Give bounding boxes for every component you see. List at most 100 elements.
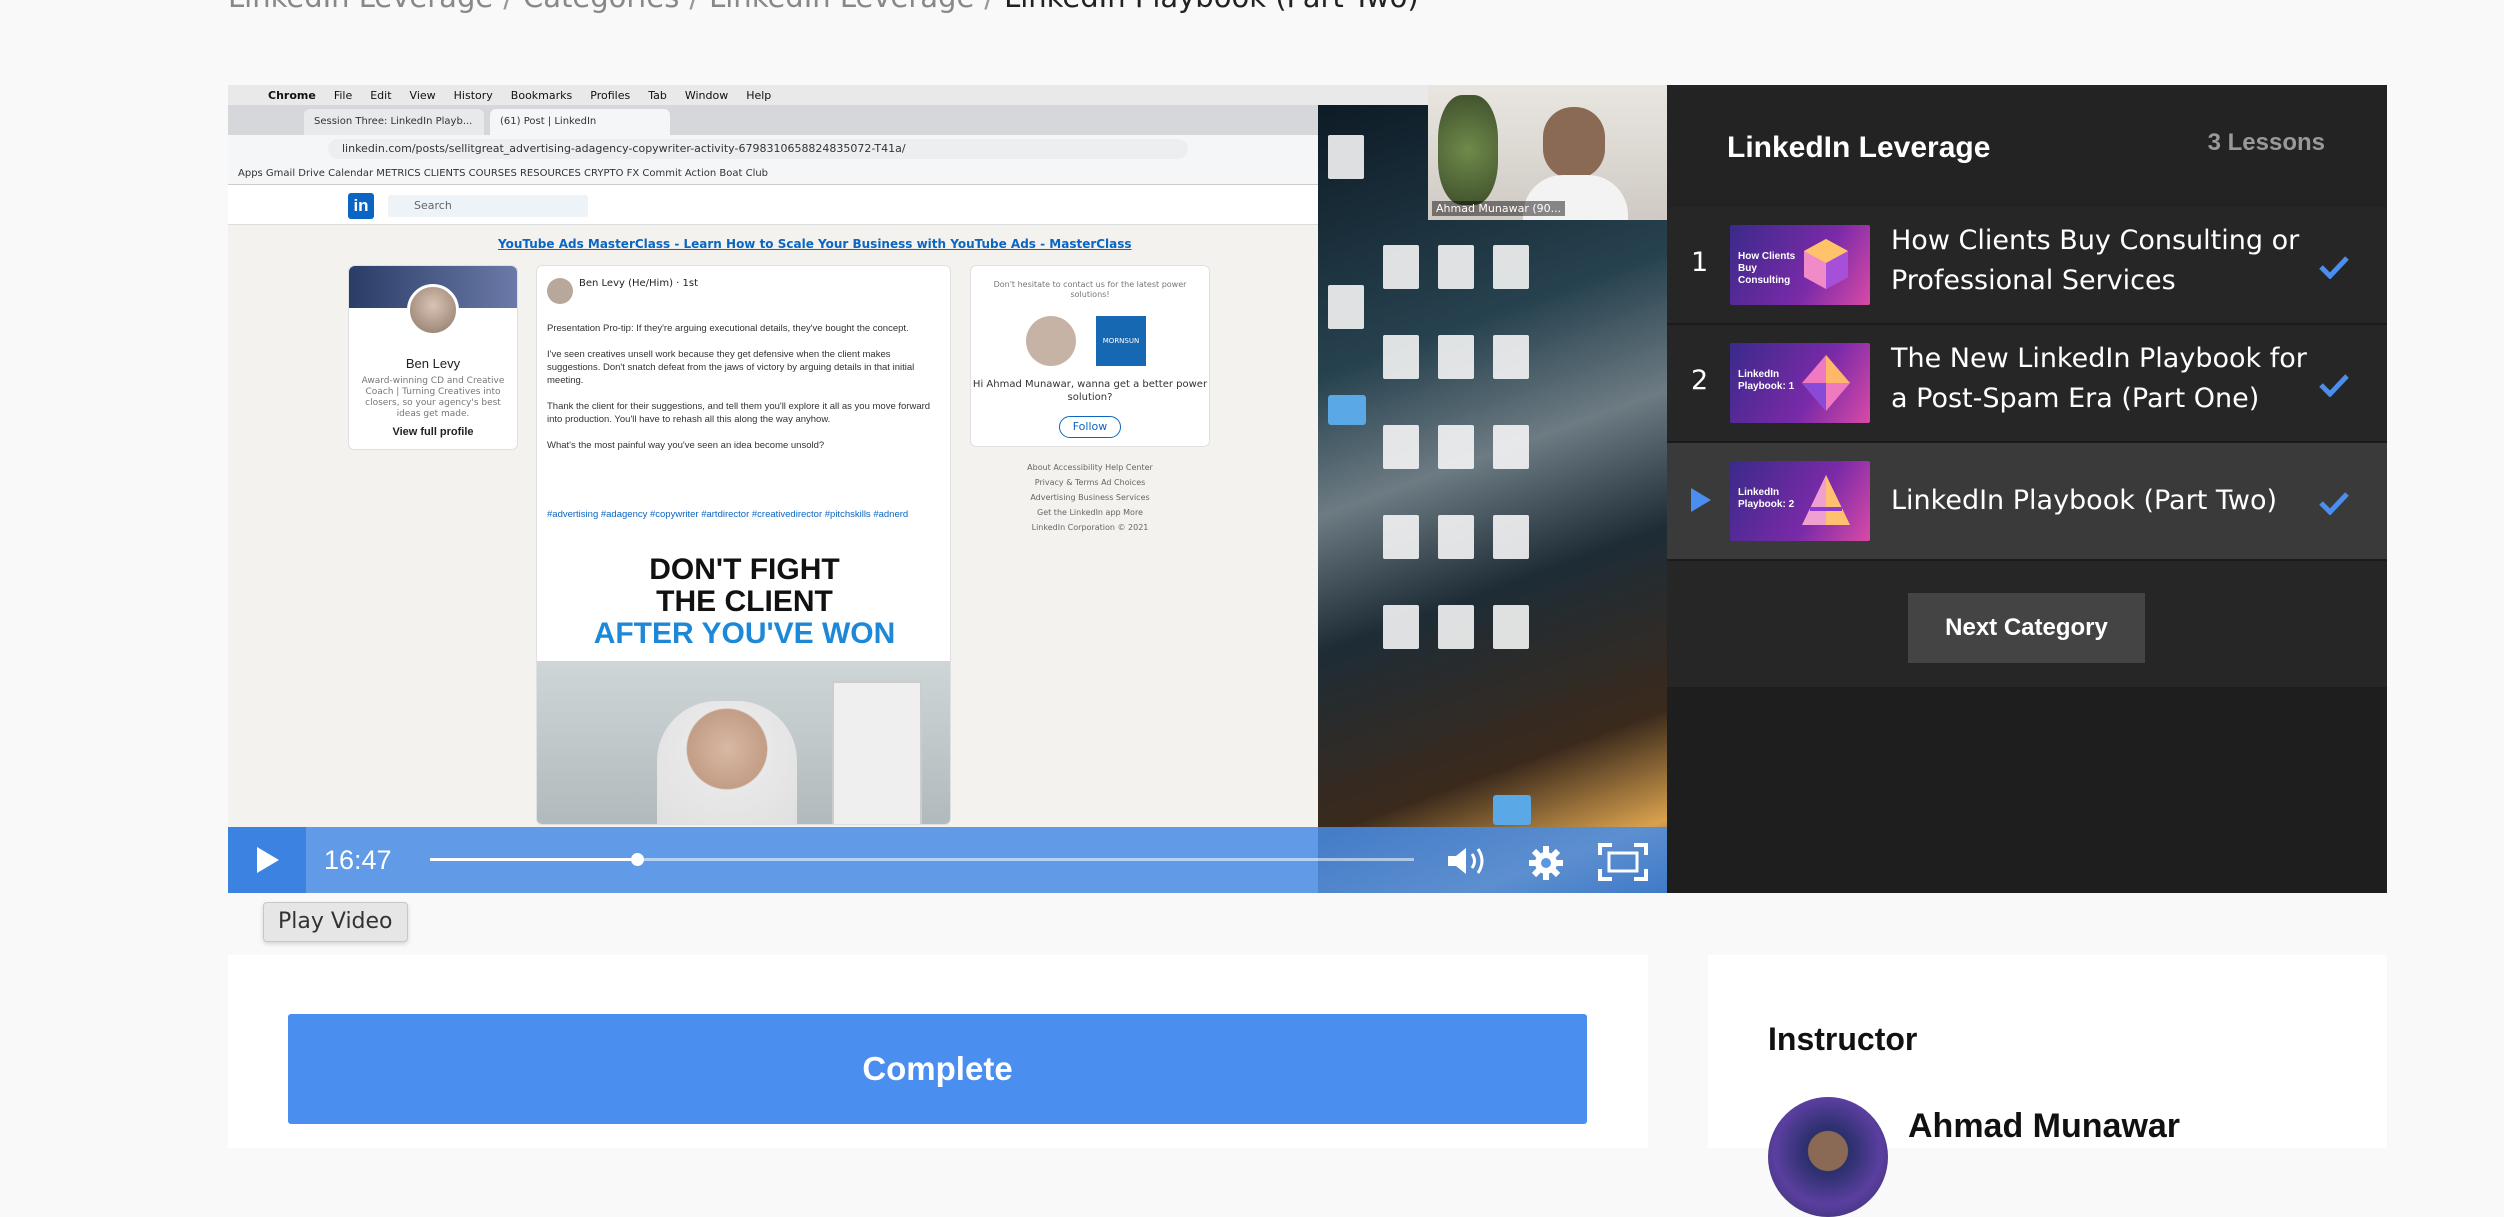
file-icon	[1438, 515, 1474, 559]
headline-line: DON'T FIGHT	[649, 553, 840, 586]
plant-graphic	[1438, 95, 1498, 205]
profile-name: Ben Levy	[405, 356, 461, 371]
file-icon	[1328, 285, 1364, 329]
lesson-item[interactable]: 2 LinkedIn Playbook: 1 The New LinkedIn …	[1667, 325, 2387, 443]
file-icon	[1438, 335, 1474, 379]
menu-item: Profiles	[590, 88, 631, 102]
person-graphic	[657, 701, 797, 824]
ad-avatar	[1026, 316, 1076, 366]
file-icon	[1493, 335, 1529, 379]
lesson-count: 3 Lessons	[2207, 129, 2325, 156]
ad-brand: MORNSUN	[1096, 316, 1146, 366]
screen-profile-card: Ben Levy Award-winning CD and Creative C…	[348, 265, 518, 450]
menu-item: File	[333, 88, 353, 102]
video-frame[interactable]: Chrome File Edit View History Bookmarks …	[228, 85, 1667, 893]
file-icon	[1493, 245, 1529, 289]
post-avatar	[547, 278, 573, 304]
menu-item: Edit	[370, 88, 392, 102]
webcam-overlay: Ahmad Munawar (90...	[1428, 85, 1667, 220]
screen-url: linkedin.com/posts/sellitgreat_advertisi…	[328, 139, 1188, 159]
headline-line: THE CLIENT	[656, 585, 833, 618]
screen-tab: (61) Post | LinkedIn	[490, 109, 670, 135]
fullscreen-button[interactable]	[1598, 843, 1648, 885]
file-icon	[1383, 515, 1419, 559]
screen-linkedin-header: in Search	[228, 185, 1318, 225]
video-player[interactable]: Chrome File Edit View History Bookmarks …	[228, 85, 1667, 893]
folder-icon	[1493, 795, 1531, 825]
check-icon	[2319, 492, 2349, 515]
playlist-header: LinkedIn Leverage 3 Lessons	[1667, 85, 2387, 207]
screen-bookmarks: Apps Gmail Drive Calendar METRICS CLIENT…	[228, 163, 1318, 185]
folder-icon	[1328, 395, 1366, 425]
fullscreen-icon	[1598, 843, 1648, 881]
screen-footer: About Accessibility Help Center Privacy …	[1027, 463, 1153, 532]
screen-tab: Session Three: LinkedIn Playb...	[304, 109, 484, 135]
post-text: Presentation Pro-tip: If they're arguing…	[547, 323, 931, 451]
file-icon	[1383, 335, 1419, 379]
play-tooltip: Play Video	[263, 902, 408, 942]
diamond-graphic	[1802, 355, 1850, 411]
playlist-empty-area	[1667, 687, 2387, 893]
breadcrumb-current: LinkedIn Playbook (Part Two)	[1004, 0, 1419, 14]
screen-browser-tabs: Session Three: LinkedIn Playb... (61) Po…	[228, 105, 1318, 135]
lesson-number: 2	[1691, 365, 1709, 396]
breadcrumb-link-categories[interactable]: Categories	[523, 0, 679, 14]
progress-handle[interactable]	[630, 853, 644, 866]
complete-button[interactable]: Complete	[288, 1014, 1587, 1124]
screen-ad-card: Don't hesitate to contact us for the lat…	[970, 265, 1210, 447]
play-icon	[257, 847, 279, 873]
post-tags: #advertising #adagency #copywriter #artd…	[547, 509, 909, 520]
next-category-button[interactable]: Next Category	[1908, 593, 2145, 663]
breadcrumb-separator: /	[984, 0, 994, 14]
video-controls: 16:47	[228, 827, 1667, 893]
menu-item: Tab	[648, 88, 667, 102]
breadcrumb-separator: /	[689, 0, 699, 14]
lesson-item[interactable]: 1 How Clients Buy Consulting How Clients…	[1667, 207, 2387, 325]
file-icon	[1438, 245, 1474, 289]
file-icon	[1493, 515, 1529, 559]
profile-link: View full profile	[392, 426, 474, 438]
lesson-title: How Clients Buy Consulting or Profession…	[1891, 225, 2300, 296]
profile-photo	[407, 284, 459, 336]
thumbnail-text: How Clients Buy Consulting	[1738, 251, 1796, 286]
ad-top: Don't hesitate to contact us for the lat…	[993, 280, 1187, 299]
ad-text: Hi Ahmad Munawar, wanna get a better pow…	[972, 379, 1208, 403]
file-icon	[1383, 425, 1419, 469]
file-icon	[1328, 135, 1364, 179]
lesson-thumbnail: LinkedIn Playbook: 1	[1730, 343, 1870, 423]
lesson-item-current[interactable]: LinkedIn Playbook: 2 LinkedIn Playbook (…	[1667, 443, 2387, 561]
lesson-number: 1	[1691, 247, 1709, 278]
profile-desc: Award-winning CD and Creative Coach | Tu…	[361, 376, 505, 419]
post-headline: DON'T FIGHT THE CLIENT AFTER YOU'VE WON	[537, 553, 950, 650]
breadcrumb-link-category[interactable]: LinkedIn Leverage	[709, 0, 974, 14]
screen-search: Search	[388, 195, 588, 217]
pyramid-graphic	[1802, 475, 1850, 525]
thumbnail-text: LinkedIn Playbook: 1	[1738, 369, 1795, 392]
check-icon	[2319, 374, 2349, 397]
playlist-title: LinkedIn Leverage	[1727, 131, 1991, 164]
progress-bar[interactable]	[430, 853, 1414, 866]
settings-button[interactable]	[1528, 845, 1564, 885]
menu-item: Window	[684, 88, 729, 102]
post-author: Ben Levy (He/Him) · 1st	[579, 278, 699, 289]
menu-item: Bookmarks	[510, 88, 573, 102]
breadcrumb-link-course[interactable]: LinkedIn Leverage	[228, 0, 493, 14]
lesson-title: The New LinkedIn Playbook for a Post-Spa…	[1891, 343, 2307, 414]
linkedin-logo: in	[348, 193, 374, 219]
screen-url-bar: linkedin.com/posts/sellitgreat_advertisi…	[228, 135, 1318, 163]
file-icon	[1438, 425, 1474, 469]
gear-icon	[1529, 846, 1563, 880]
screen-post-card: Ben Levy (He/Him) · 1st Presentation Pro…	[536, 265, 951, 825]
shelf-graphic	[832, 681, 922, 824]
volume-button[interactable]	[1446, 845, 1490, 881]
breadcrumb-separator: /	[503, 0, 513, 14]
presenter-head	[1543, 107, 1605, 179]
play-button[interactable]	[228, 827, 306, 893]
file-icon	[1383, 245, 1419, 289]
check-icon	[2319, 256, 2349, 279]
instructor-name[interactable]: Ahmad Munawar	[1908, 1107, 2180, 1146]
file-icon	[1493, 605, 1529, 649]
file-icon	[1383, 605, 1419, 649]
menu-item: Chrome	[268, 88, 316, 102]
post-video-person	[537, 661, 950, 824]
